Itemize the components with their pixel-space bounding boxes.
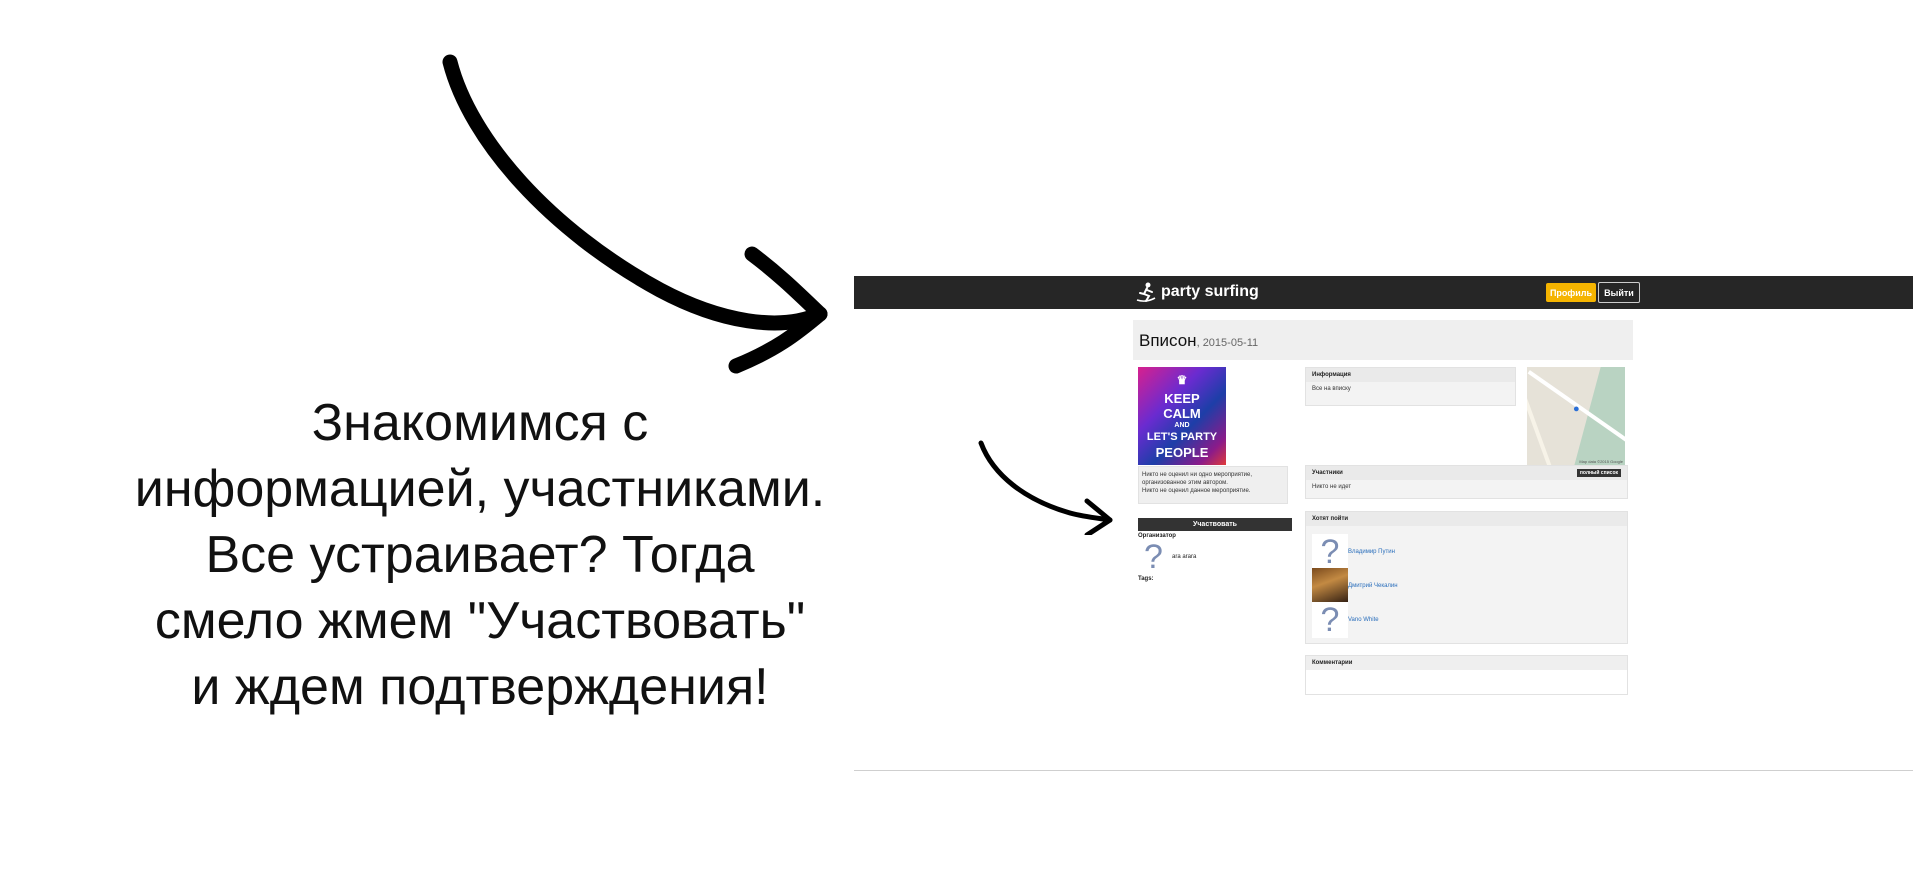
participants-title: Участники — [1312, 470, 1343, 476]
event-name: Вписон — [1139, 331, 1197, 350]
join-button[interactable]: Участвовать — [1138, 518, 1292, 531]
site-logo[interactable]: party surfing — [1135, 281, 1259, 303]
poster-line: CALM — [1163, 406, 1201, 421]
logout-button[interactable]: Выйти — [1598, 282, 1640, 303]
poster-line: PEOPLE — [1155, 445, 1209, 460]
crown-icon: ♛ — [1176, 373, 1188, 387]
map-water — [1571, 367, 1625, 465]
question-mark-avatar-icon[interactable]: ? — [1144, 540, 1163, 574]
profile-button[interactable]: Профиль — [1546, 283, 1596, 302]
rating-box: Никто не оценил ни одно мероприятие, орг… — [1138, 466, 1288, 504]
participants-header: Участники полный список — [1306, 466, 1627, 480]
info-header: Информация — [1306, 368, 1515, 382]
event-map[interactable]: ● Map data ©2015 Google — [1527, 367, 1625, 465]
full-list-button[interactable]: полный список — [1576, 469, 1621, 477]
caption-line: Все устраивает? Тогда — [205, 526, 755, 584]
caption-line: и ждем подтверждения! — [191, 658, 769, 716]
event-date: , 2015-05-11 — [1196, 337, 1259, 349]
poster-line: LET'S PARTY — [1146, 431, 1218, 443]
question-mark-avatar-icon[interactable]: ? — [1312, 533, 1348, 571]
user-photo-avatar[interactable] — [1312, 568, 1348, 604]
list-item[interactable]: ? Владимир Путин — [1312, 533, 1395, 571]
tags-label: Tags: — [1138, 576, 1154, 582]
participants-panel: Участники полный список Никто не идет — [1305, 465, 1628, 499]
event-title: Вписон, 2015-05-11 — [1139, 331, 1258, 351]
poster-line: KEEP — [1164, 391, 1200, 406]
question-mark-avatar-icon[interactable]: ? — [1312, 601, 1348, 639]
person-name-link[interactable]: Владимир Путин — [1348, 549, 1395, 555]
comments-panel: Комментарии — [1305, 655, 1628, 695]
event-poster-image: ♛ KEEP CALM AND LET'S PARTY PEOPLE — [1138, 367, 1226, 465]
large-arrow-icon — [442, 54, 828, 374]
comments-header: Комментарии — [1306, 656, 1627, 670]
info-text: Все на вписку — [1312, 386, 1351, 392]
caption-line: Знакомимся с — [311, 394, 649, 452]
rating-line: Никто не оценил ни одно мероприятие, — [1142, 472, 1253, 478]
info-panel: Информация Все на вписку — [1305, 367, 1516, 406]
rating-line: Никто не оценил данное мероприятие. — [1142, 488, 1251, 494]
person-name-link[interactable]: Дмитрий Чекалин — [1348, 583, 1398, 589]
caption-line: информацией, участниками. — [134, 460, 826, 518]
person-name-link[interactable]: Vano White — [1348, 617, 1379, 623]
small-arrow-icon — [978, 440, 1113, 535]
caption-text: Знакомимся с информацией, участниками. В… — [110, 390, 850, 720]
surfer-logo-icon — [1136, 282, 1156, 302]
want-to-go-header: Хотят пойти — [1306, 512, 1627, 526]
organizer-name[interactable]: ara arara — [1172, 554, 1196, 560]
rating-line: организованное этим автором. — [1142, 480, 1228, 486]
poster-line: AND — [1174, 422, 1190, 429]
participants-text: Никто не идет — [1312, 484, 1352, 490]
map-copyright: Map data ©2015 Google — [1579, 459, 1623, 464]
top-navbar: party surfing Профиль Выйти — [854, 276, 1913, 309]
want-to-go-panel: Хотят пойти ? Владимир Путин Дмитрий Чек… — [1305, 511, 1628, 644]
logo-text: party surfing — [1161, 283, 1259, 300]
list-item[interactable]: Дмитрий Чекалин — [1312, 568, 1398, 604]
caption-line: смело жмем "Участвовать" — [154, 592, 806, 650]
list-item[interactable]: ? Vano White — [1312, 601, 1379, 639]
event-header: Вписон, 2015-05-11 — [1133, 320, 1633, 360]
map-pin-icon[interactable]: ● — [1573, 403, 1580, 415]
